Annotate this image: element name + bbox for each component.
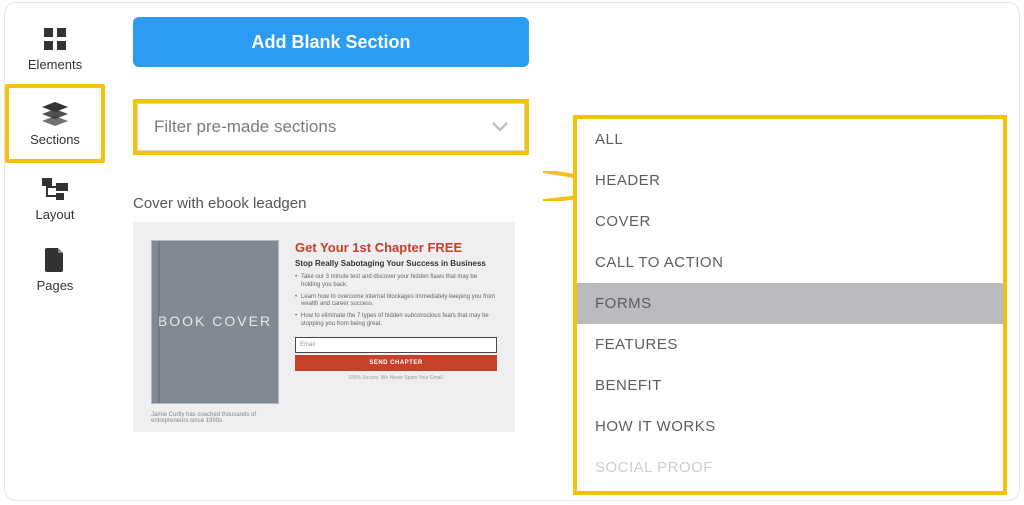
add-blank-section-button[interactable]: Add Blank Section <box>133 17 529 67</box>
sidebar-nav: Elements Sections <box>5 3 105 500</box>
preview-author-note: Jamie Curtly has coached thousands of en… <box>151 412 291 424</box>
filter-option-header[interactable]: HEADER <box>577 160 1003 201</box>
book-cover-graphic: BOOK COVER <box>151 240 279 404</box>
filter-option-forms[interactable]: FORMS <box>577 283 1003 324</box>
preview-cta-button: SEND CHAPTER <box>295 355 497 371</box>
sidebar-item-pages[interactable]: Pages <box>5 234 105 305</box>
preview-headline: Get Your 1st Chapter FREE <box>295 240 497 255</box>
filter-option-all[interactable]: ALL <box>577 119 1003 160</box>
layers-icon <box>42 100 68 128</box>
sidebar-item-sections[interactable]: Sections <box>5 84 105 163</box>
sidebar-item-elements[interactable]: Elements <box>5 13 105 84</box>
page-icon <box>45 246 65 274</box>
grid-icon <box>44 25 66 53</box>
preview-bullet-list: Take our 3 minute test and discover your… <box>295 274 497 329</box>
layout-tree-icon <box>42 175 68 203</box>
sidebar-item-label: Layout <box>35 207 74 222</box>
filter-option-socialproof[interactable]: SOCIAL PROOF <box>577 447 1003 488</box>
preview-bullet: Take our 3 minute test and discover your… <box>295 274 497 290</box>
filter-option-cta[interactable]: CALL TO ACTION <box>577 242 1003 283</box>
preview-secure-text: 100% Secure. We Never Spam Your Email. <box>295 375 497 381</box>
filter-highlight-box: Filter pre-made sections <box>133 99 529 155</box>
filter-option-cover[interactable]: COVER <box>577 201 1003 242</box>
sidebar-item-label: Elements <box>28 57 82 72</box>
filter-option-howitworks[interactable]: HOW IT WORKS <box>577 406 1003 447</box>
sidebar-item-layout[interactable]: Layout <box>5 163 105 234</box>
filter-option-features[interactable]: FEATURES <box>577 324 1003 365</box>
filter-options-list: ALL HEADER COVER CALL TO ACTION FORMS FE… <box>577 119 1003 488</box>
sidebar-item-label: Pages <box>37 278 74 293</box>
preview-bullet: Learn how to overcome internal blockages… <box>295 294 497 310</box>
book-cover-text: BOOK COVER <box>158 312 272 332</box>
preview-right-column: Get Your 1st Chapter FREE Stop Really Sa… <box>279 240 497 422</box>
section-preview-card[interactable]: BOOK COVER Get Your 1st Chapter FREE Sto… <box>133 222 515 432</box>
filter-placeholder: Filter pre-made sections <box>154 117 336 137</box>
chevron-down-icon <box>492 122 508 132</box>
preview-bullet: How to eliminate the 7 types of hidden s… <box>295 313 497 329</box>
sidebar-item-label: Sections <box>30 132 80 147</box>
filter-option-benefit[interactable]: BENEFIT <box>577 365 1003 406</box>
preview-email-input: Email <box>295 337 497 353</box>
filter-dropdown-panel: ALL HEADER COVER CALL TO ACTION FORMS FE… <box>573 115 1007 495</box>
filter-select[interactable]: Filter pre-made sections <box>137 103 525 151</box>
preview-subheadline: Stop Really Sabotaging Your Success in B… <box>295 259 497 268</box>
